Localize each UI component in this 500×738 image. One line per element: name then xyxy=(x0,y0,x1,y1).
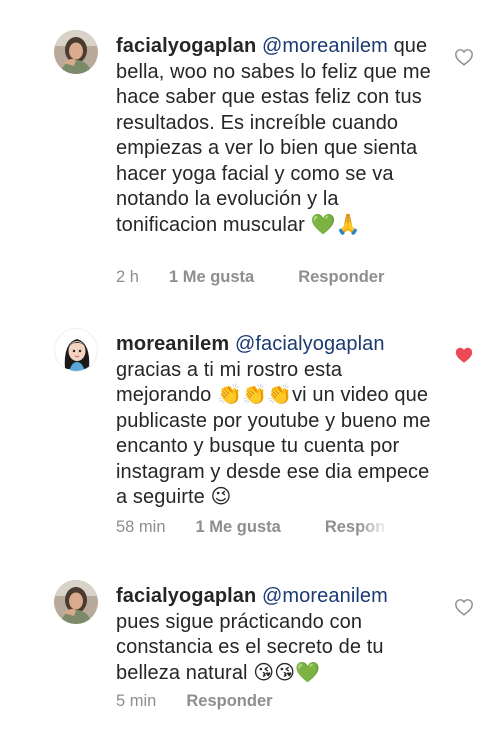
comment-body: moreanilem @facialyogaplan gracias a ti … xyxy=(116,332,436,511)
comment-text: gracias a ti mi rostro esta mejorando 👏👏… xyxy=(116,358,431,509)
comment-meta: 5 min Responder xyxy=(116,692,273,711)
comment-username[interactable]: moreanilem xyxy=(116,333,229,355)
comment-mention[interactable]: @moreanilem xyxy=(262,585,388,607)
comment-text: pues sigue prácticando con constancia es… xyxy=(116,610,384,684)
woman-profile-photo-icon xyxy=(54,580,98,624)
comment-time: 58 min xyxy=(116,518,166,536)
comment-meta: 2 h 1 Me gusta Responder xyxy=(116,268,384,287)
avatar[interactable] xyxy=(54,30,98,74)
comment-body: facialyogaplan @moreanilem pues sigue pr… xyxy=(116,584,436,686)
comment-time: 2 h xyxy=(116,268,139,286)
comment-meta: 58 min 1 Me gusta Respon xyxy=(116,518,385,537)
reply-button[interactable]: Responder xyxy=(298,268,384,287)
comment-likes-link[interactable]: 1 Me gusta xyxy=(196,518,281,537)
comment-likes-link[interactable]: 1 Me gusta xyxy=(169,268,254,287)
comment-body: facialyogaplan @moreanilem que bella, wo… xyxy=(116,34,436,238)
comment-time: 5 min xyxy=(116,692,157,710)
like-heart-icon[interactable] xyxy=(454,48,474,66)
like-heart-icon[interactable] xyxy=(454,598,474,616)
comment-mention[interactable]: @facialyogaplan xyxy=(235,333,385,355)
liked-heart-icon[interactable] xyxy=(454,346,474,364)
comment-text: que bella, woo no sabes lo feliz que me … xyxy=(116,35,431,236)
cartoon-girl-avatar-icon xyxy=(55,329,97,371)
reply-button[interactable]: Responder xyxy=(186,692,272,711)
comment-mention[interactable]: @moreanilem xyxy=(262,35,388,57)
comment-username[interactable]: facialyogaplan xyxy=(116,35,256,57)
avatar[interactable] xyxy=(54,328,98,372)
avatar[interactable] xyxy=(54,580,98,624)
comment-username[interactable]: facialyogaplan xyxy=(116,585,256,607)
woman-profile-photo-icon xyxy=(54,30,98,74)
reply-button[interactable]: Respon xyxy=(325,518,386,537)
